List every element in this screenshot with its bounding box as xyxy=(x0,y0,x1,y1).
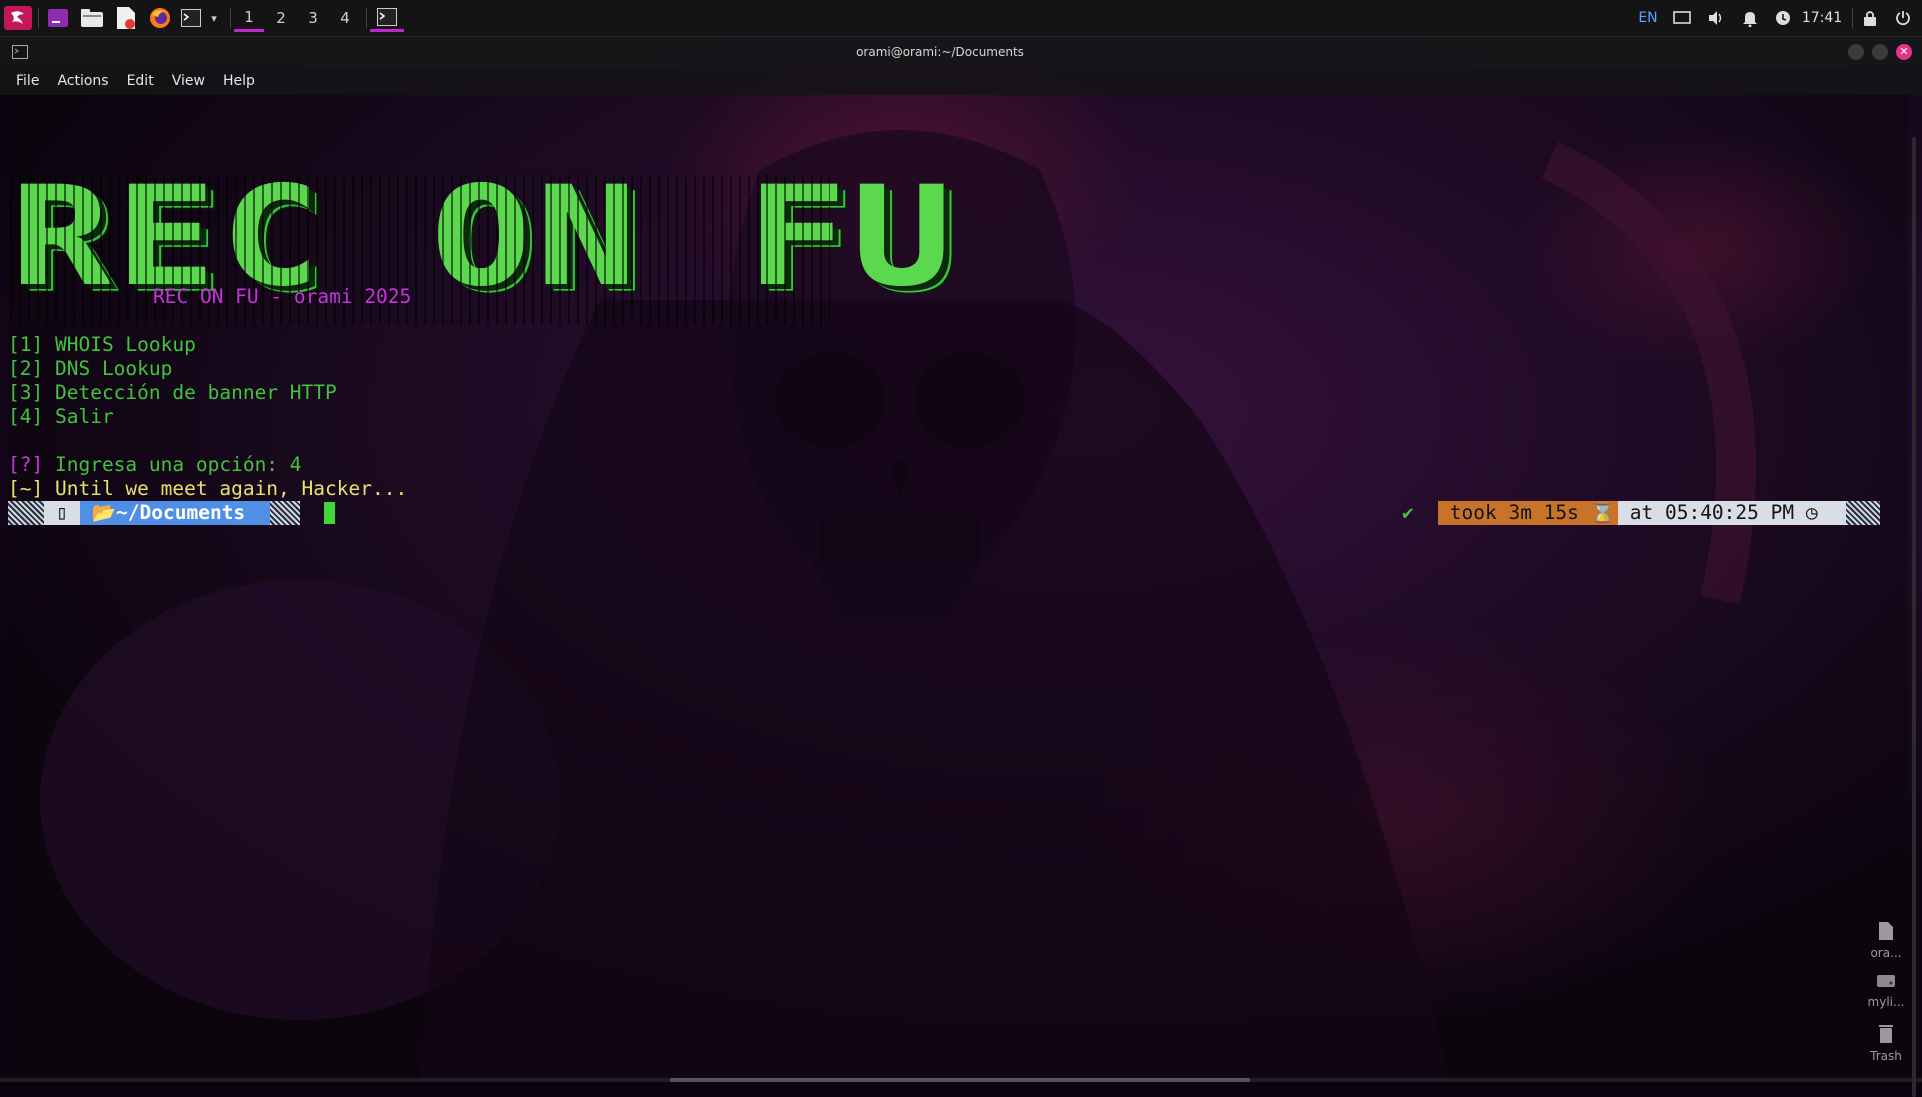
menu-edit[interactable]: Edit xyxy=(119,73,162,89)
terminal-scrollbar[interactable] xyxy=(1912,137,1916,1097)
workspace-label: 4 xyxy=(340,9,350,27)
farewell-line: [~] Until we meet again, Hacker... xyxy=(8,477,407,501)
menu-option-1: [1] WHOIS Lookup xyxy=(8,333,196,357)
top-panel: ▾ 1 2 3 4 EN 17:41 xyxy=(0,0,1922,37)
desktop-icon-drive[interactable]: myli... xyxy=(1860,975,1912,1009)
menu-option-4: [4] Salir xyxy=(8,405,114,429)
terminal-output[interactable]: REC ON FU REC ON FU - orami 2025 [1] WHO… xyxy=(8,95,1908,1075)
prompt-at: at 05:40:25 PM xyxy=(1629,501,1795,524)
prompt-directory: ~/Documents xyxy=(116,501,246,524)
banner-subtitle: REC ON FU - orami 2025 xyxy=(153,285,412,308)
volume-icon[interactable] xyxy=(1704,8,1728,28)
prompt-os-segment: ▯ xyxy=(44,501,80,525)
folder-open-icon: 📂 xyxy=(80,501,117,524)
close-button[interactable]: ✕ xyxy=(1896,44,1912,60)
prompt-took: took 3m 15s xyxy=(1449,501,1579,524)
menu-bar: File Actions Edit View Help xyxy=(0,67,1922,95)
minimize-button[interactable] xyxy=(1848,44,1864,60)
menu-file[interactable]: File xyxy=(8,73,47,89)
clock-icon: ◷ xyxy=(1794,501,1818,524)
menu-option-3: [3] Detección de banner HTTP xyxy=(8,381,337,405)
desktop-icon-trash[interactable]: Trash xyxy=(1860,1025,1912,1063)
window-title: orami@orami:~/Documents xyxy=(856,45,1024,59)
file-manager-icon[interactable] xyxy=(80,6,104,30)
option-prompt-line: [?] Ingresa una opción: 4 xyxy=(8,453,302,477)
close-icon: ✕ xyxy=(1899,45,1909,58)
farewell-text: Until we meet again, Hacker... xyxy=(54,477,408,500)
desktop-icon-label: myli... xyxy=(1867,995,1905,1009)
prompt-dither-left xyxy=(8,501,44,525)
clock[interactable]: 17:41 xyxy=(1800,8,1844,28)
menu-actions[interactable]: Actions xyxy=(49,73,116,89)
menu-option-2: [2] DNS Lookup xyxy=(8,357,172,381)
prompt-time-segment: at 05:40:25 PM ◷ xyxy=(1618,501,1846,525)
language-indicator[interactable]: EN xyxy=(1636,8,1660,28)
terminal-cursor xyxy=(324,502,335,524)
display-icon[interactable] xyxy=(1670,8,1694,28)
terminal-window-icon xyxy=(377,7,397,26)
status-check-icon: ✔ xyxy=(1402,501,1414,524)
power-icon[interactable] xyxy=(1892,8,1914,28)
farewell-marker: [~] xyxy=(8,477,44,500)
workspace-label: 1 xyxy=(244,7,254,26)
option-label: Salir xyxy=(54,405,114,428)
prompt-dither-right xyxy=(270,501,300,525)
workspace-label: 2 xyxy=(276,9,286,27)
option-key: [1] xyxy=(8,333,44,356)
drive-icon xyxy=(1877,975,1895,987)
kali-menu-icon[interactable] xyxy=(4,6,32,30)
terminal-app-icon[interactable] xyxy=(180,6,202,30)
prompt-dither-end xyxy=(1846,501,1880,525)
firefox-icon[interactable] xyxy=(148,6,172,30)
prompt-duration-segment: took 3m 15s ⌛ xyxy=(1438,501,1618,525)
workspace-1[interactable]: 1 xyxy=(234,4,264,32)
updates-icon[interactable] xyxy=(1772,8,1794,28)
workspace-4[interactable]: 4 xyxy=(330,4,360,32)
clock-label: 17:41 xyxy=(1801,10,1843,26)
lock-icon[interactable] xyxy=(1860,8,1880,28)
menu-view[interactable]: View xyxy=(164,73,213,89)
prompt-directory-segment: 📂~/Documents xyxy=(80,501,270,525)
notification-bell-icon[interactable] xyxy=(1738,8,1762,28)
language-label: EN xyxy=(1638,10,1658,26)
file-icon xyxy=(1879,922,1893,940)
hourglass-icon: ⌛ xyxy=(1578,501,1615,524)
text-editor-icon[interactable] xyxy=(114,6,138,30)
workspace-label: 3 xyxy=(308,9,318,27)
option-label: WHOIS Lookup xyxy=(54,333,196,356)
option-label: Detección de banner HTTP xyxy=(54,381,337,404)
trash-icon xyxy=(1879,1025,1893,1043)
option-key: [3] xyxy=(8,381,44,404)
terminal-window: orami@orami:~/Documents ✕ File Actions E… xyxy=(0,37,1922,1097)
option-key: [2] xyxy=(8,357,44,380)
ascii-banner: REC ON FU xyxy=(10,156,957,325)
menu-help[interactable]: Help xyxy=(215,73,263,89)
desktop-icon-label: Trash xyxy=(1870,1049,1902,1063)
desktop-icon-label: ora... xyxy=(1870,946,1902,960)
question-marker: [?] xyxy=(8,453,44,476)
terminal-launcher-icon[interactable] xyxy=(46,6,70,30)
taskbar-terminal-window[interactable] xyxy=(370,4,404,32)
maximize-button[interactable] xyxy=(1872,44,1888,60)
workspace-2[interactable]: 2 xyxy=(266,4,296,32)
banner-text: REC ON FU xyxy=(10,156,957,317)
option-label: DNS Lookup xyxy=(54,357,173,380)
chevron-down-icon[interactable]: ▾ xyxy=(206,6,222,30)
window-titlebar[interactable]: orami@orami:~/Documents ✕ xyxy=(0,37,1922,68)
option-key: [4] xyxy=(8,405,44,428)
desktop-icon-file[interactable]: ora... xyxy=(1860,922,1912,960)
os-icon: ▯ xyxy=(56,501,68,524)
workspace-3[interactable]: 3 xyxy=(298,4,328,32)
question-text: Ingresa una opción: 4 xyxy=(54,453,302,476)
